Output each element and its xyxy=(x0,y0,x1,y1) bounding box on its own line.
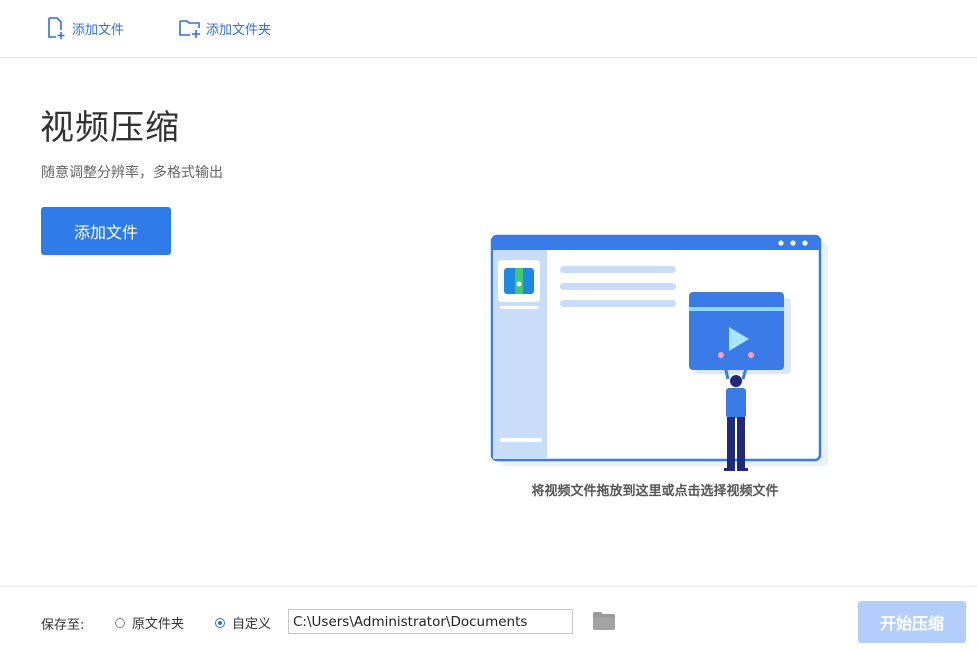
add-file-toolbar-button[interactable]: 添加文件 xyxy=(46,16,124,40)
page-title: 视频压缩 xyxy=(40,108,180,148)
add-file-toolbar-label: 添加文件 xyxy=(72,22,125,38)
radio-custom-label: 自定义 xyxy=(232,617,272,632)
radio-original-indicator[interactable] xyxy=(115,617,125,628)
start-compress-button[interactable]: 开始压缩 xyxy=(858,601,966,643)
output-path-input[interactable] xyxy=(288,609,573,634)
footer-bar: 保存至: 原文件夹 自定义 开始压缩 xyxy=(0,586,977,650)
radio-original-folder[interactable]: 原文件夹 xyxy=(115,613,184,632)
page-subtitle: 随意调整分辨率，多格式输出 xyxy=(41,165,223,181)
add-folder-toolbar-label: 添加文件夹 xyxy=(206,22,272,38)
add-file-icon xyxy=(46,16,68,40)
drop-zone-illustration xyxy=(490,234,828,471)
file-drop-zone[interactable] xyxy=(482,226,832,474)
top-toolbar: 添加文件 添加文件夹 xyxy=(0,0,977,58)
drop-hint-text[interactable]: 将视频文件拖放到这里或点击选择视频文件 xyxy=(470,480,840,499)
save-to-label: 保存至: xyxy=(41,618,85,633)
folder-icon[interactable] xyxy=(593,612,615,630)
radio-custom-indicator[interactable] xyxy=(215,617,225,628)
add-folder-toolbar-button[interactable]: 添加文件夹 xyxy=(178,16,271,40)
radio-custom-folder[interactable]: 自定义 xyxy=(215,613,271,632)
add-folder-icon xyxy=(178,17,202,39)
add-file-button[interactable]: 添加文件 xyxy=(41,207,171,255)
radio-original-label: 原文件夹 xyxy=(132,617,185,632)
archive-icon xyxy=(504,268,534,294)
